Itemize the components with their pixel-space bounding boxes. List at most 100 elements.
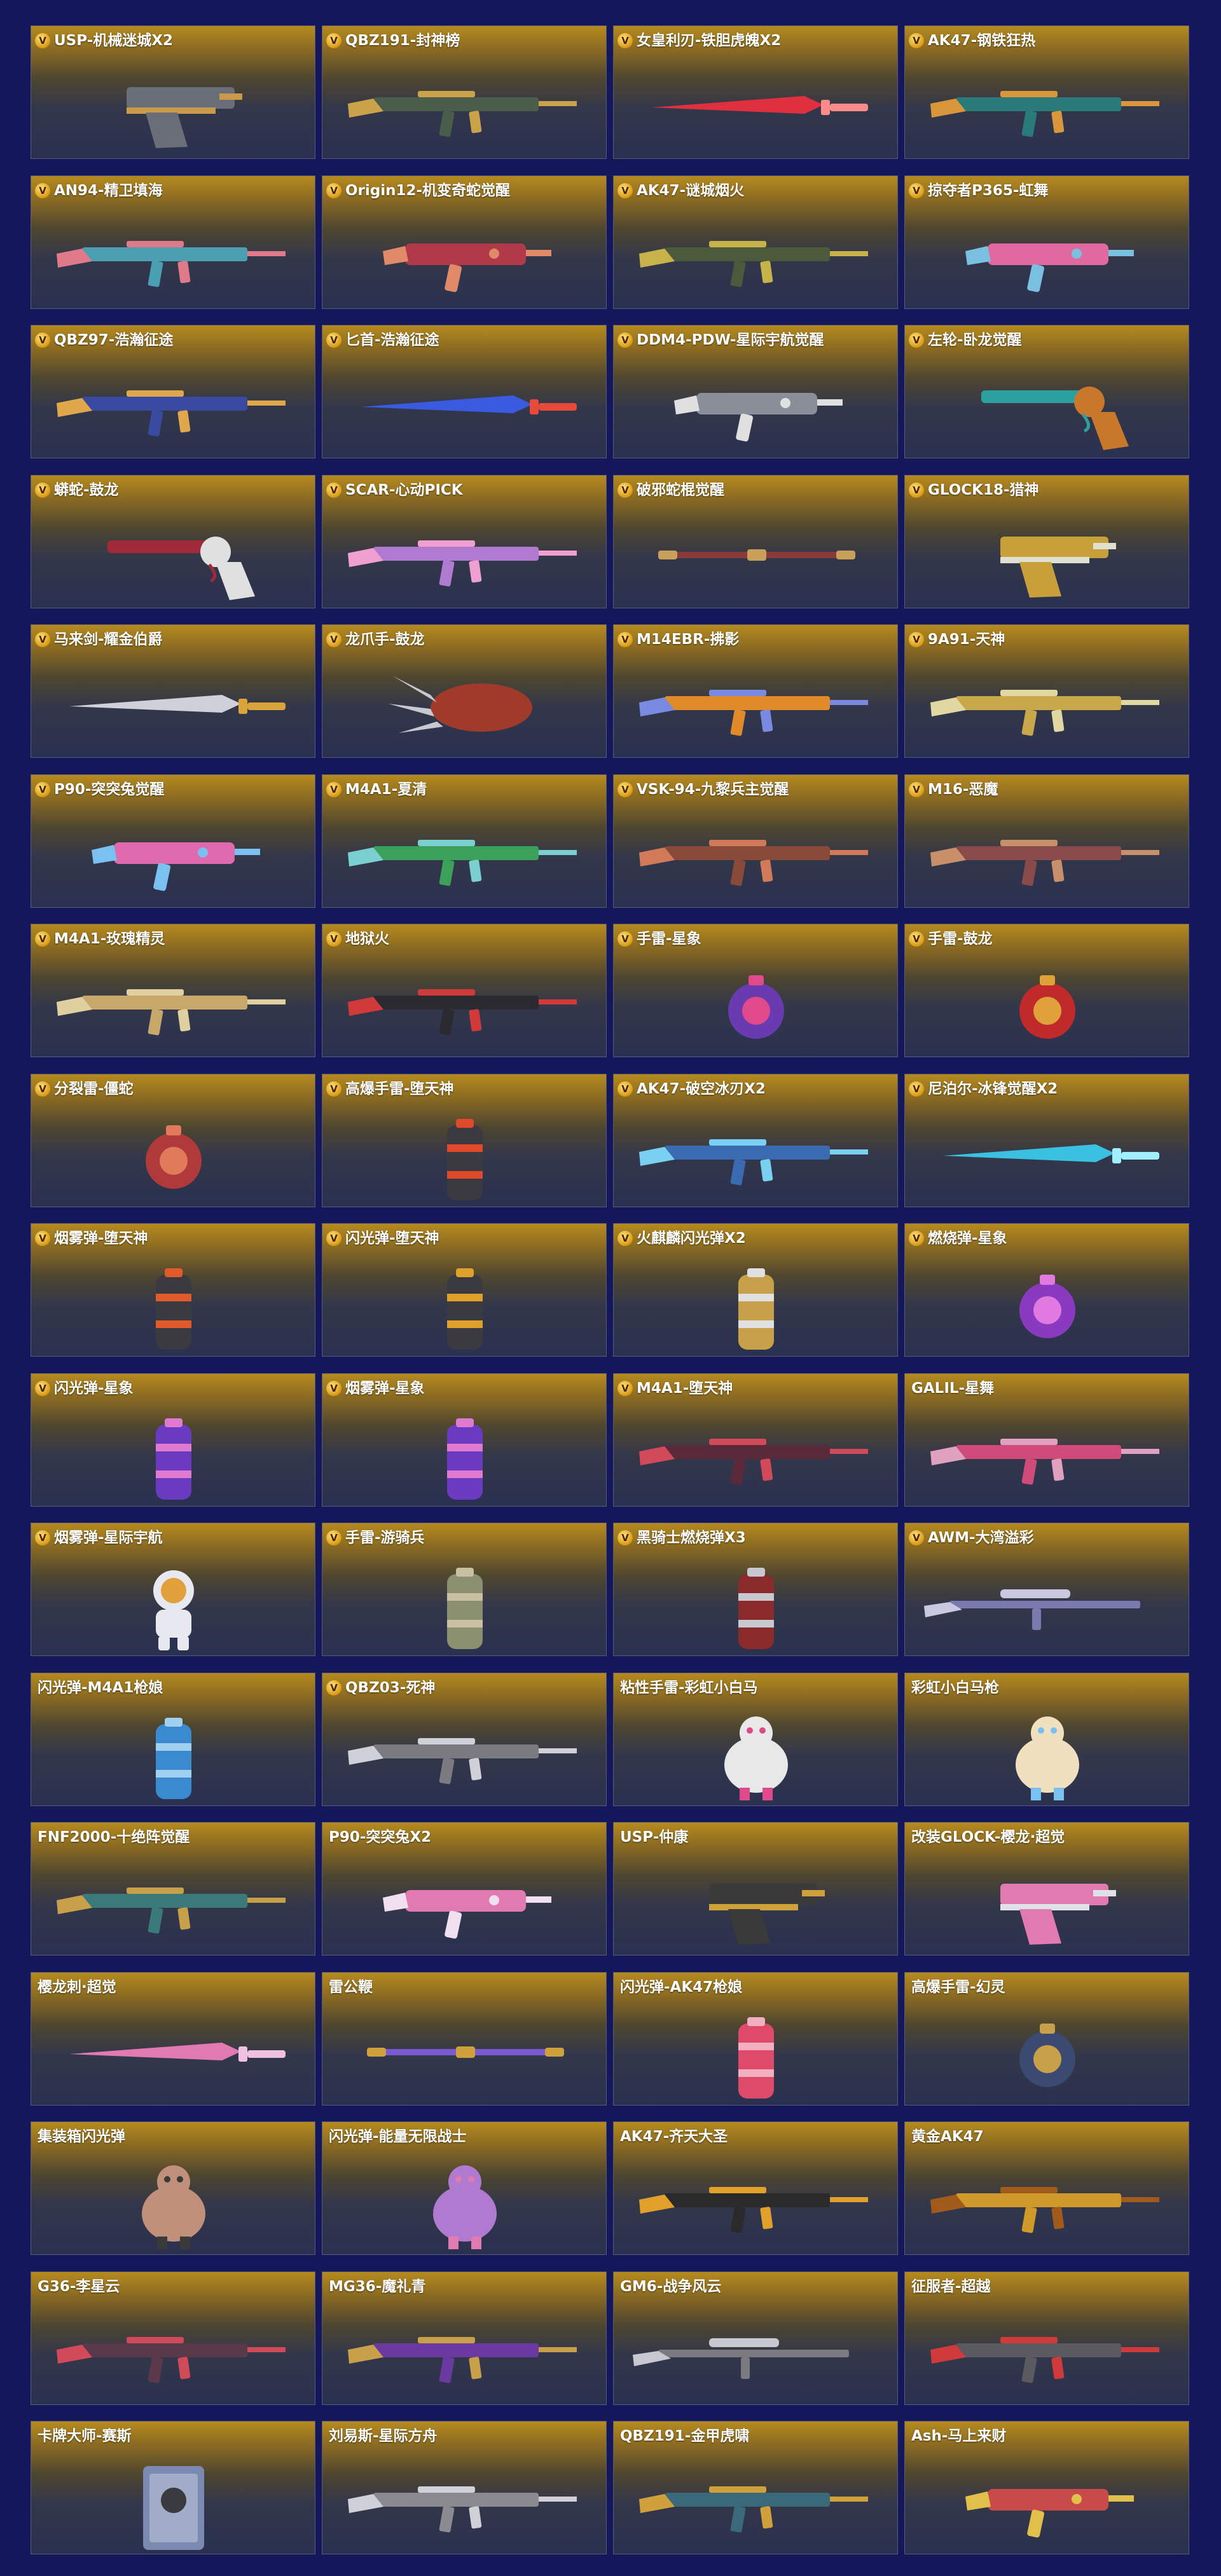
skin-card[interactable]: G36-李星云 bbox=[31, 2271, 315, 2405]
skin-card[interactable]: V P90-突突兔觉醒 bbox=[31, 774, 315, 908]
skin-card[interactable]: V 掠夺者P365-虹舞 bbox=[904, 175, 1189, 309]
skin-card[interactable]: V AK47-钢铁狂热 bbox=[904, 25, 1189, 159]
skin-title: DDM4-PDW-星际宇航觉醒 bbox=[637, 332, 824, 348]
skin-card[interactable]: GALIL-星舞 bbox=[904, 1373, 1189, 1507]
grenade-icon bbox=[905, 1249, 1189, 1356]
skin-card[interactable]: 刘易斯-星际方舟 bbox=[322, 2421, 607, 2554]
rifle-icon bbox=[31, 351, 315, 458]
card-header: V 尼泊尔-冰锋觉醒X2 bbox=[909, 1079, 1183, 1099]
skin-card[interactable]: QBZ191-金甲虎啸 bbox=[613, 2421, 898, 2554]
skin-card[interactable]: V QBZ03-死神 bbox=[322, 1673, 607, 1806]
skin-card[interactable]: 征服者-超越 bbox=[904, 2271, 1189, 2405]
skin-card[interactable]: V SCAR-心动PICK bbox=[322, 475, 607, 608]
skin-title: 分裂雷-僵蛇 bbox=[54, 1081, 134, 1097]
skin-card[interactable]: V QBZ191-封神榜 bbox=[322, 25, 607, 159]
skin-card[interactable]: Ash-马上来财 bbox=[904, 2421, 1189, 2554]
skin-card[interactable]: V M4A1-夏清 bbox=[322, 774, 607, 908]
canister-icon bbox=[614, 1998, 897, 2105]
skin-card[interactable]: 闪光弹-能量无限战士 bbox=[322, 2121, 607, 2255]
skin-card[interactable]: 闪光弹-M4A1枪娘 bbox=[31, 1673, 315, 1806]
skin-card[interactable]: V 闪光弹-星象 bbox=[31, 1373, 315, 1507]
skin-title: M4A1-夏清 bbox=[345, 781, 427, 798]
skin-card[interactable]: GM6-战争风云 bbox=[613, 2271, 898, 2405]
v-badge-icon: V bbox=[326, 33, 341, 48]
skin-card[interactable]: AK47-齐天大圣 bbox=[613, 2121, 898, 2255]
skin-title: 闪光弹-堕天神 bbox=[345, 1230, 439, 1247]
v-badge-icon: V bbox=[326, 1530, 341, 1545]
v-badge-icon: V bbox=[326, 183, 341, 198]
canister-icon bbox=[31, 1699, 315, 1805]
skin-card[interactable]: V 高爆手雷-堕天神 bbox=[322, 1074, 607, 1207]
skin-card[interactable]: V DDM4-PDW-星际宇航觉醒 bbox=[613, 325, 898, 458]
v-badge-icon: V bbox=[617, 632, 633, 647]
skin-card[interactable]: V 龙爪手-鼓龙 bbox=[322, 624, 607, 758]
skin-card[interactable]: V AK47-破空冰刃X2 bbox=[613, 1074, 898, 1207]
skin-card[interactable]: V 左轮-卧龙觉醒 bbox=[904, 325, 1189, 458]
skin-card[interactable]: V 烟雾弹-堕天神 bbox=[31, 1223, 315, 1357]
skin-title: QBZ191-金甲虎啸 bbox=[620, 2428, 750, 2444]
skin-card[interactable]: V M4A1-玫瑰精灵 bbox=[31, 924, 315, 1057]
skin-card[interactable]: V 闪光弹-堕天神 bbox=[322, 1223, 607, 1357]
skin-card[interactable]: 高爆手雷-幻灵 bbox=[904, 1972, 1189, 2106]
skin-card[interactable]: V VSK-94-九黎兵主觉醒 bbox=[613, 774, 898, 908]
skin-card[interactable]: 黄金AK47 bbox=[904, 2121, 1189, 2255]
skin-card[interactable]: 彩虹小白马枪 bbox=[904, 1673, 1189, 1806]
skin-card[interactable]: V M16-恶魔 bbox=[904, 774, 1189, 908]
skin-card[interactable]: V 地狱火 bbox=[322, 924, 607, 1057]
skin-card[interactable]: V QBZ97-浩瀚征途 bbox=[31, 325, 315, 458]
skin-card[interactable]: V GLOCK18-猎神 bbox=[904, 475, 1189, 608]
skin-title: 烟雾弹-星象 bbox=[345, 1380, 425, 1397]
skin-card[interactable]: V AN94-精卫填海 bbox=[31, 175, 315, 309]
skin-card[interactable]: 雷公鞭 bbox=[322, 1972, 607, 2106]
skin-title: 集装箱闪光弹 bbox=[38, 2128, 125, 2145]
skin-card[interactable]: 改装GLOCK-樱龙·超觉 bbox=[904, 1822, 1189, 1956]
skin-card[interactable]: V 破邪蛇棍觉醒 bbox=[613, 475, 898, 608]
skin-card[interactable]: USP-仲康 bbox=[613, 1822, 898, 1956]
skin-card[interactable]: V 马来剑-耀金伯爵 bbox=[31, 624, 315, 758]
skin-card[interactable]: 集装箱闪光弹 bbox=[31, 2121, 315, 2255]
rifle-icon bbox=[614, 800, 897, 907]
v-badge-icon: V bbox=[326, 931, 341, 947]
v-badge-icon: V bbox=[909, 1081, 924, 1097]
skin-card[interactable]: V 蟒蛇-鼓龙 bbox=[31, 475, 315, 608]
card-header: V SCAR-心动PICK bbox=[326, 481, 601, 500]
skin-card[interactable]: V 分裂雷-僵蛇 bbox=[31, 1074, 315, 1207]
skin-card[interactable]: 卡牌大师-赛斯 bbox=[31, 2421, 315, 2554]
v-badge-icon: V bbox=[35, 1081, 50, 1097]
skin-card[interactable]: V AWM-大湾溢彩 bbox=[904, 1523, 1189, 1656]
skin-card[interactable]: 樱龙刺·超觉 bbox=[31, 1972, 315, 2106]
v-badge-icon: V bbox=[326, 1381, 341, 1396]
skin-title: AK47-谜城烟火 bbox=[637, 182, 745, 199]
skin-card[interactable]: V Origin12-机变奇蛇觉醒 bbox=[322, 175, 607, 309]
skin-title: 粘性手雷-彩虹小白马 bbox=[620, 1680, 758, 1696]
skin-card[interactable]: V M14EBR-拂影 bbox=[613, 624, 898, 758]
skin-card[interactable]: V 尼泊尔-冰锋觉醒X2 bbox=[904, 1074, 1189, 1207]
card-header: V 掠夺者P365-虹舞 bbox=[909, 181, 1183, 200]
skin-card[interactable]: V 手雷-游骑兵 bbox=[322, 1523, 607, 1656]
skin-card[interactable]: V 9A91-天神 bbox=[904, 624, 1189, 758]
skin-card[interactable]: V 黑骑士燃烧弹X3 bbox=[613, 1523, 898, 1656]
skin-card[interactable]: V 女皇利刃-铁胆虎魄X2 bbox=[613, 25, 898, 159]
skin-card[interactable]: V 烟雾弹-星象 bbox=[322, 1373, 607, 1507]
v-badge-icon: V bbox=[617, 33, 633, 48]
skin-title: AN94-精卫填海 bbox=[54, 182, 163, 199]
skin-card[interactable]: V AK47-谜城烟火 bbox=[613, 175, 898, 309]
skin-card[interactable]: V 火麒麟闪光弹X2 bbox=[613, 1223, 898, 1357]
skin-card[interactable]: 粘性手雷-彩虹小白马 bbox=[613, 1673, 898, 1806]
card-header: V 黑骑士燃烧弹X3 bbox=[617, 1528, 892, 1547]
canister-icon bbox=[322, 1100, 606, 1207]
skin-card[interactable]: V M4A1-堕天神 bbox=[613, 1373, 898, 1507]
rifle-icon bbox=[322, 950, 606, 1057]
skin-card[interactable]: P90-突突兔X2 bbox=[322, 1822, 607, 1956]
skin-card[interactable]: V 燃烧弹-星象 bbox=[904, 1223, 1189, 1357]
skin-card[interactable]: 闪光弹-AK47枪娘 bbox=[613, 1972, 898, 2106]
skin-card[interactable]: V USP-机械迷城X2 bbox=[31, 25, 315, 159]
skin-card[interactable]: FNF2000-十绝阵觉醒 bbox=[31, 1822, 315, 1956]
rifle-icon bbox=[614, 2148, 897, 2254]
canister-icon bbox=[31, 1249, 315, 1356]
skin-card[interactable]: V 匕首-浩瀚征途 bbox=[322, 325, 607, 458]
skin-card[interactable]: MG36-魔礼青 bbox=[322, 2271, 607, 2405]
skin-card[interactable]: V 烟雾弹-星际宇航 bbox=[31, 1523, 315, 1656]
skin-card[interactable]: V 手雷-星象 bbox=[613, 924, 898, 1057]
skin-card[interactable]: V 手雷-鼓龙 bbox=[904, 924, 1189, 1057]
